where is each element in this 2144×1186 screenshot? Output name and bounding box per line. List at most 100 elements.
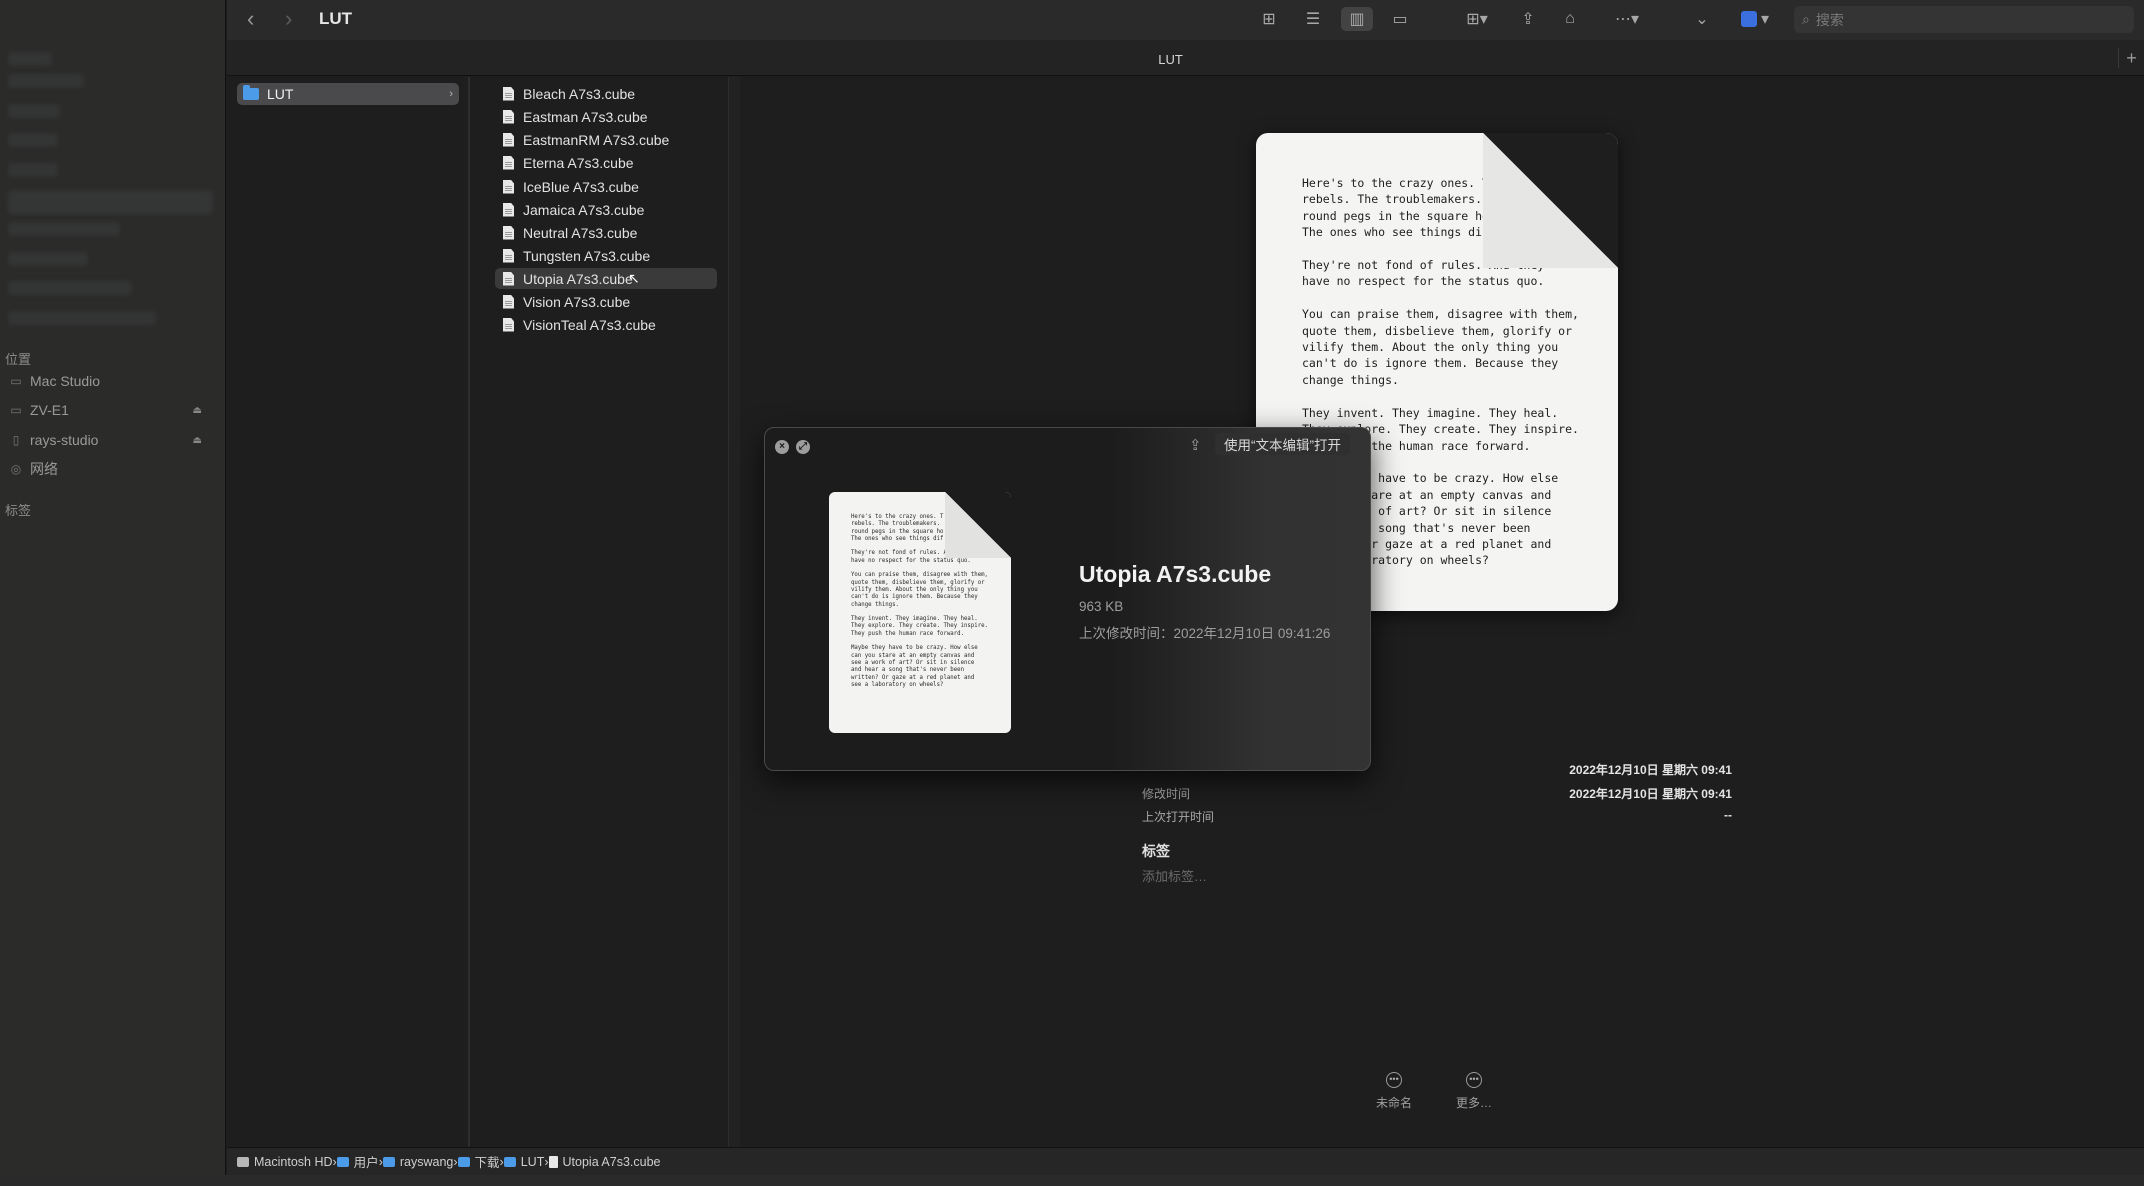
sidebar-item-label: rays-studio	[30, 432, 99, 448]
page-fold	[945, 492, 1011, 558]
file-name: Neutral A7s3.cube	[523, 224, 638, 241]
search-input[interactable]	[1815, 11, 2116, 28]
search-icon: ⌕	[1802, 11, 1810, 27]
file-row[interactable]: EastmanRM A7s3.cube	[495, 129, 717, 150]
quicklook-file-name: Utopia A7s3.cube	[1079, 561, 1272, 587]
sidebar-item-network[interactable]: ◎ 网络	[8, 456, 218, 482]
forward-chevron-icon[interactable]: ›	[285, 6, 292, 32]
add-tab-button[interactable]: +	[2118, 48, 2144, 68]
meta-label: 上次打开时间	[1142, 810, 1215, 824]
sidebar-item-mac-studio[interactable]: ▭ Mac Studio	[8, 368, 218, 394]
share-icon[interactable]: ⇪	[1189, 436, 1202, 454]
file-name: VisionTeal A7s3.cube	[523, 316, 656, 333]
folder-icon	[457, 1156, 470, 1167]
disk-icon: ▯	[12, 433, 20, 447]
column-resize-handle[interactable]	[728, 77, 740, 1147]
file-row[interactable]: Vision A7s3.cube	[495, 291, 717, 312]
meta-label: 修改时间	[1142, 787, 1191, 801]
more-action-button[interactable]: ••• 更多…	[1439, 1071, 1509, 1111]
document-icon	[503, 109, 514, 124]
path-crumb[interactable]: Utopia A7s3.cube	[548, 1154, 661, 1169]
ellipsis-circle-icon: •••	[1386, 1072, 1402, 1088]
path-crumb[interactable]: rayswang	[382, 1154, 454, 1169]
sidebar-item-label: Mac Studio	[30, 373, 101, 389]
document-icon	[503, 132, 514, 147]
blurred-favorites	[8, 252, 88, 266]
close-icon[interactable]: ×	[775, 440, 789, 454]
blurred-favorites	[8, 52, 52, 66]
meta-value: 2022年12月10日 星期六 09:41	[1569, 787, 1732, 801]
group-button[interactable]: ⊞▾	[1455, 7, 1499, 31]
file-row[interactable]: Eterna A7s3.cube	[495, 152, 717, 173]
blurred-favorites	[8, 222, 120, 236]
document-icon	[503, 317, 514, 332]
crumb-label: rayswang	[399, 1154, 454, 1169]
folder-icon	[336, 1156, 349, 1167]
quicklook-file-size: 963 KB	[1079, 599, 1124, 614]
ellipsis-circle-icon: •••	[1466, 1072, 1482, 1088]
hard-drive-icon	[237, 1156, 249, 1167]
file-name: Tungsten A7s3.cube	[523, 247, 651, 264]
file-name: Vision A7s3.cube	[523, 293, 631, 310]
folder-icon	[382, 1156, 395, 1167]
file-name: Jamaica A7s3.cube	[523, 201, 645, 218]
document-icon	[503, 225, 514, 240]
file-name: Eterna A7s3.cube	[523, 154, 634, 171]
path-crumb[interactable]: 用户	[336, 1152, 379, 1171]
list-view-button[interactable]: ☰	[1299, 7, 1327, 31]
path-crumb[interactable]: LUT	[503, 1155, 544, 1169]
icon-view-button[interactable]: ⊞	[1255, 7, 1283, 31]
document-icon	[548, 1155, 558, 1168]
crumb-label: Utopia A7s3.cube	[562, 1154, 661, 1169]
file-name: Eastman A7s3.cube	[523, 108, 648, 125]
path-crumb[interactable]: Macintosh HD	[237, 1155, 333, 1169]
column-folders: LUT ›	[227, 77, 469, 1147]
file-row[interactable]: Bleach A7s3.cube	[495, 83, 717, 104]
file-row[interactable]: Jamaica A7s3.cube	[495, 199, 717, 220]
crumb-label: 下载	[474, 1156, 500, 1170]
add-tag-field[interactable]: 添加标签…	[1142, 866, 1207, 885]
tab-bar: LUT +	[227, 40, 2144, 76]
eject-icon[interactable]: ⏏	[193, 435, 202, 446]
file-row[interactable]: VisionTeal A7s3.cube	[495, 314, 717, 335]
sidebar: 位置 ▭ Mac Studio ▭ ZV-E1 ⏏ ▯ rays-studio …	[0, 0, 226, 1186]
sidebar-section-locations: 位置	[5, 352, 32, 367]
tags-heading: 标签	[1142, 843, 1170, 859]
blurred-favorites	[8, 281, 132, 295]
sidebar-item-rays-studio[interactable]: ▯ rays-studio ⏏	[8, 427, 218, 453]
sidebar-item-zv-e1[interactable]: ▭ ZV-E1 ⏏	[8, 397, 218, 423]
path-crumb[interactable]: 下载	[457, 1152, 500, 1171]
path-bar: Macintosh HD › 用户 › rayswang › 下载 › LUT › Uto…	[227, 1147, 2144, 1175]
app-extension-button[interactable]: ▾	[1735, 7, 1775, 31]
more-actions-button[interactable]: ⋯▾	[1605, 7, 1649, 31]
share-icon[interactable]: ⇪	[1515, 7, 1541, 31]
quicklook-thumbnail: Here's to the crazy ones. T rebels. The …	[829, 492, 1011, 733]
eject-icon[interactable]: ⏏	[193, 405, 202, 416]
document-icon	[503, 179, 514, 194]
open-with-textedit-button[interactable]: 使用“文本编辑”打开	[1215, 433, 1350, 455]
file-row[interactable]: Eastman A7s3.cube	[495, 106, 717, 127]
tag-icon[interactable]: ⌂	[1557, 7, 1583, 31]
meta-last-opened: 上次打开时间 --	[1142, 808, 1732, 828]
file-row-selected[interactable]: Utopia A7s3.cube ↖	[495, 268, 717, 289]
file-row[interactable]: IceBlue A7s3.cube	[495, 176, 717, 197]
column-files: Bleach A7s3.cube Eastman A7s3.cube Eastm…	[470, 77, 745, 1147]
column-view-button[interactable]: ▥	[1341, 7, 1373, 31]
blurred-favorites	[8, 311, 156, 325]
fullscreen-icon[interactable]: ⤢	[796, 440, 810, 454]
file-row[interactable]: Neutral A7s3.cube	[495, 222, 717, 243]
folder-label: LUT	[267, 86, 294, 102]
quicklook-popup: × ⤢ ⇪ 使用“文本编辑”打开 Here's to the crazy one…	[764, 427, 1371, 771]
folder-icon	[243, 85, 259, 100]
gallery-view-button[interactable]: ▭	[1385, 7, 1415, 31]
tab-lut[interactable]: LUT	[227, 52, 2114, 67]
search-field[interactable]: ⌕	[1794, 6, 2134, 33]
crumb-label: Macintosh HD	[254, 1154, 333, 1169]
folder-icon	[503, 1156, 516, 1167]
file-row[interactable]: Tungsten A7s3.cube	[495, 245, 717, 266]
untitled-action-button[interactable]: ••• 未命名	[1359, 1071, 1429, 1111]
popup-glow	[1110, 428, 1370, 770]
back-chevron-icon[interactable]: ‹	[247, 6, 254, 32]
chevron-down-icon[interactable]: ⌄	[1692, 7, 1712, 31]
folder-row-lut[interactable]: LUT ›	[237, 83, 459, 105]
